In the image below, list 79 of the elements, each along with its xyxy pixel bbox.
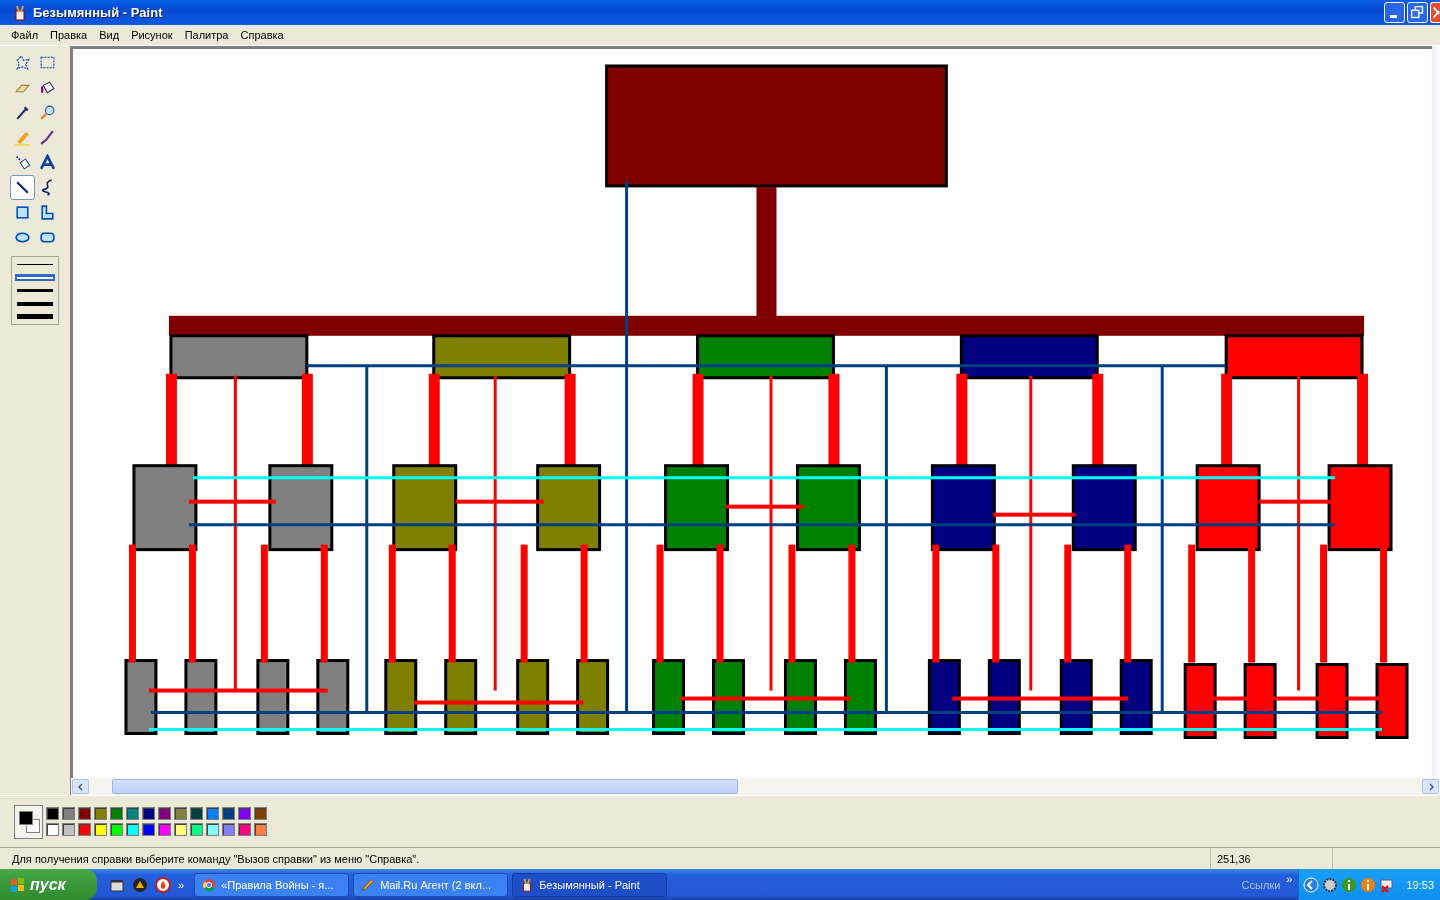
menu-item[interactable]: Правка [44,29,94,41]
color-swatch[interactable] [222,823,235,836]
free-select-icon [14,54,31,71]
current-colors[interactable] [14,804,43,839]
color-swatch[interactable] [254,807,267,820]
line-tool[interactable] [10,175,35,200]
gear-icon[interactable] [1322,876,1339,893]
rectangle-icon [14,204,31,221]
color-swatch[interactable] [206,823,219,836]
color-swatch[interactable] [222,807,235,820]
polygon-icon [39,204,56,221]
color-swatch[interactable] [142,823,155,836]
color-swatch[interactable] [94,807,107,820]
color-swatch[interactable] [190,807,203,820]
color-swatch[interactable] [238,807,251,820]
color-swatch[interactable] [78,807,91,820]
color-swatch[interactable] [46,823,59,836]
windows-logo-icon [10,876,26,893]
color-swatch[interactable] [174,823,187,836]
browser-icon [202,877,217,892]
color-swatch[interactable] [78,823,91,836]
taskbar-button[interactable]: Mail.Ru Агент (2 вкл... [353,872,509,897]
horizontal-scrollbar[interactable] [71,778,1440,795]
minimize-icon [1390,15,1397,18]
color-swatch[interactable] [158,823,171,836]
line-width-option[interactable] [15,300,55,307]
window-title: Безымянный - Paint [33,5,163,20]
line-width-option[interactable] [15,313,55,320]
menu-item[interactable]: Вид [93,29,126,41]
color-swatch[interactable] [142,807,155,820]
network-error-icon[interactable] [1379,876,1396,893]
color-swatch[interactable] [206,807,219,820]
chevron[interactable]: » [178,878,185,891]
line-icon [14,179,31,196]
line-width-option[interactable] [15,287,55,294]
paint-icon [12,4,28,21]
scroll-thumb[interactable] [112,779,738,794]
fill-icon [39,79,56,96]
menu-item[interactable]: Справка [234,29,290,41]
color-swatch[interactable] [94,823,107,836]
airbrush-icon [14,154,31,171]
close-button[interactable] [1430,2,1440,23]
start-button[interactable]: пуск [0,869,97,900]
vertical-scrollbar[interactable] [1432,46,1440,778]
menu-item[interactable]: Палитра [178,29,235,41]
info-icon[interactable] [1360,876,1377,893]
clock: 19:53 [1406,878,1434,891]
brush-icon [39,129,56,146]
minimize-button[interactable] [1384,2,1405,23]
info-icon[interactable] [1341,876,1358,893]
rounded-rectangle-icon [39,229,56,246]
select-icon [39,54,56,71]
restore-button[interactable] [1407,2,1428,23]
color-swatch[interactable] [62,807,75,820]
color-swatch[interactable] [238,823,251,836]
color-swatch[interactable] [126,807,139,820]
color-swatch[interactable] [126,823,139,836]
taskbar-button[interactable]: Безымянный - Paint [512,872,668,897]
color-swatch[interactable] [110,807,123,820]
picker-icon [14,104,31,121]
pencil-icon [14,129,31,146]
menu-item[interactable]: Рисунок [125,29,179,41]
color-swatch[interactable] [62,823,75,836]
color-swatch[interactable] [158,807,171,820]
chevron[interactable]: » [1286,873,1293,885]
ellipse-icon [14,229,31,246]
status-message: Для получения справки выберите команду "Вызов справки" из меню "Справка". [11,852,421,865]
color-swatch[interactable] [174,807,187,820]
pencil-icon [361,877,376,892]
fire-icon[interactable] [155,876,171,893]
magnifier-icon [39,104,56,121]
menu-item[interactable]: Файл [5,29,45,41]
text-icon [39,154,56,171]
color-swatch[interactable] [190,823,203,836]
line-width-option[interactable] [15,261,55,268]
color-swatch[interactable] [254,823,267,836]
color-swatch[interactable] [46,807,59,820]
taskbar-button[interactable]: «Правила Войны - я... [194,872,350,897]
color-swatch[interactable] [110,823,123,836]
